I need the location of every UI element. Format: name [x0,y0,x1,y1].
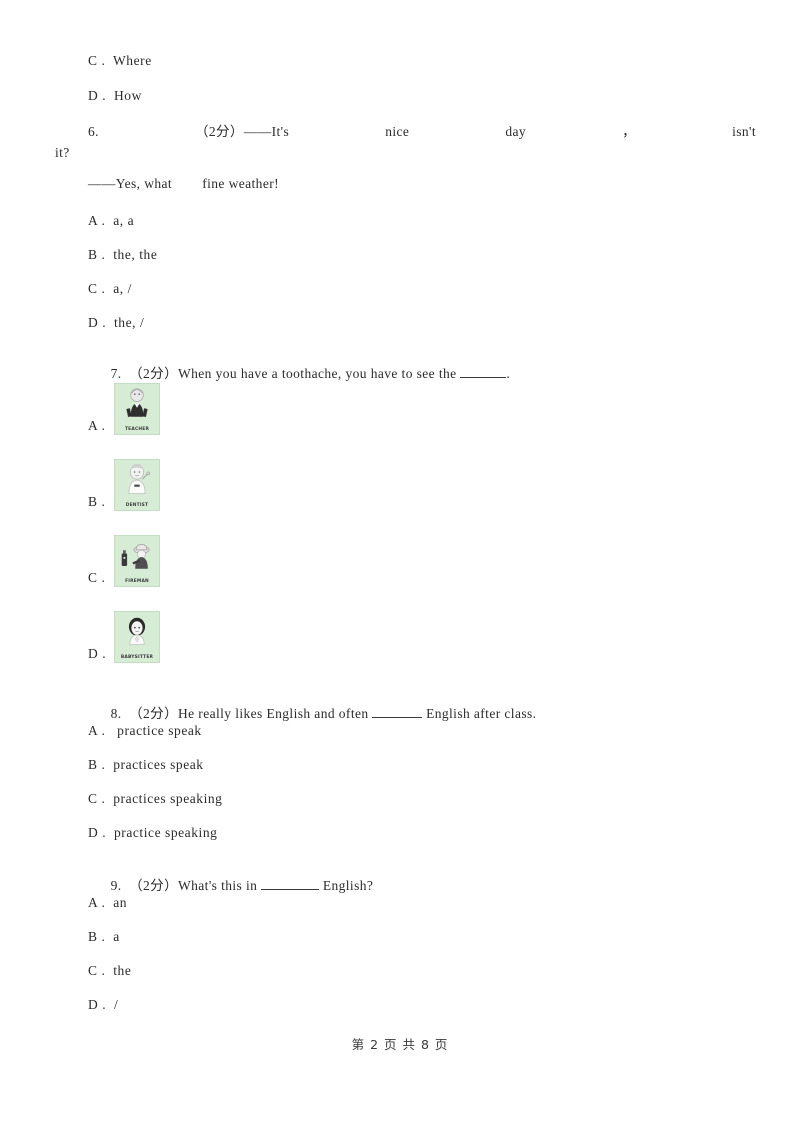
teacher-figure-icon [115,387,159,423]
question-8-option-d: D . practice speaking [88,825,218,840]
question-9-option-d: D . / [88,997,119,1012]
question-6-stem-part-2: nice [385,124,410,139]
question-9-option-b: B . a [88,929,120,944]
question-7-blank [460,377,507,378]
question-6-option-c: C . a, / [88,281,132,296]
document-page: C . Where D . How 6. （2分）——It's nice day… [0,0,800,1132]
question-7-option-c-letter: C . [88,570,106,585]
question-6-number: 6. [88,124,99,139]
question-6-stem-part-4: ， [622,124,637,139]
question-8-option-a: A . practice speak [88,723,202,738]
question-8-stem-suffix: English after class. [422,706,537,721]
question-7-stem-suffix: . [506,366,511,381]
question-8-stem-prefix: 8. （2分）He really likes English and often [110,706,373,721]
question-9-stem-prefix: 9. （2分）What's this in [110,878,262,893]
dentist-card: DENTIST [114,459,160,511]
question-6-stem-second-line: ——Yes, what fine weather! [88,176,280,191]
question-9-stem: 9. （2分）What's this in English? [88,858,373,910]
option-item: C . Where [88,53,152,68]
question-6-stem-part-5: isn't [732,124,756,139]
question-6-option-d: D . the, / [88,315,145,330]
babysitter-card-caption: BABYSITTER [120,655,154,660]
question-7-option-c[interactable]: C . FIREMAN [88,535,160,587]
question-7-option-d[interactable]: D . BABYSITTER [88,611,160,663]
question-9-blank [261,889,320,890]
question-8-option-c: C . practices speaking [88,791,223,806]
question-6-stem-overflow: it? [55,145,70,160]
dentist-figure-icon [115,463,159,499]
fireman-card-caption: FIREMAN [125,579,149,584]
question-7-option-b-letter: B . [88,494,106,509]
option-item: D . How [88,88,142,103]
question-9-option-a: A . an [88,895,128,910]
question-9-stem-suffix: English? [319,878,374,893]
question-6-option-a: A . a, a [88,213,135,228]
fireman-figure-icon [115,539,159,575]
question-6-stem: 6. （2分）——It's nice day ， isn't [88,120,756,140]
teacher-card: TEACHER [114,383,160,435]
question-8-blank [372,717,423,718]
question-7-stem-prefix: 7. （2分）When you have a toothache, you ha… [110,366,461,381]
question-7-option-a-letter: A . [88,418,106,433]
question-7-option-b[interactable]: B . DENTIST [88,459,160,511]
question-6-option-b: B . the, the [88,247,158,262]
question-7-option-a[interactable]: A . TEACHER [88,383,160,435]
teacher-card-caption: TEACHER [124,427,150,432]
fireman-card: FIREMAN [114,535,160,587]
question-9-option-c: C . the [88,963,132,978]
question-8-option-b: B . practices speak [88,757,204,772]
page-footer: 第 2 页 共 8 页 [351,1037,449,1052]
question-7-option-d-letter: D . [88,646,107,661]
question-6-stem-part-3: day [505,124,527,139]
question-6-stem-part-1: （2分）——It's [194,124,290,139]
dentist-card-caption: DENTIST [125,503,149,508]
babysitter-figure-icon [115,615,159,651]
babysitter-card: BABYSITTER [114,611,160,663]
